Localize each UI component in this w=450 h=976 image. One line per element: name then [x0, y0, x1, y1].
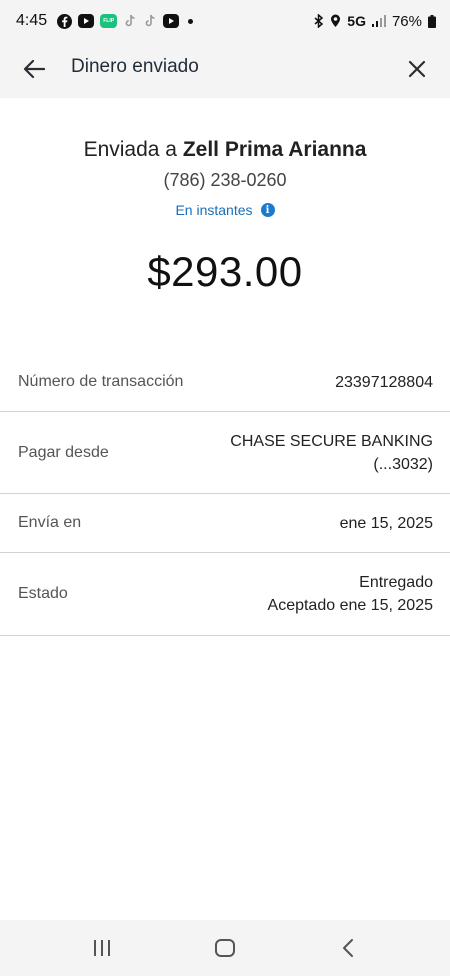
chevron-left-icon [343, 939, 354, 957]
system-back-button[interactable] [328, 928, 368, 968]
battery-percent: 76% [391, 12, 422, 30]
detail-value: 23397128804 [335, 373, 433, 391]
recipient-name: Zell Prima Arianna [182, 138, 367, 161]
home-icon [214, 939, 235, 957]
tiktok-icon [143, 14, 157, 28]
system-nav-bar [0, 920, 450, 976]
status-accepted-date: Aceptado ene 15, 2025 [267, 597, 433, 614]
detail-label: Número de transacción [18, 373, 184, 390]
page-title: Dinero enviado [71, 56, 199, 77]
status-bar-left: 4:45 FLIP [16, 12, 194, 30]
detail-value: CHASE SECURE BANKING (...3032) [230, 430, 433, 476]
battery-icon [428, 14, 436, 28]
delivery-speed: En instantes i [0, 202, 450, 218]
close-icon [408, 60, 426, 78]
detail-value: ene 15, 2025 [339, 514, 433, 532]
tiktok-icon [123, 14, 137, 28]
youtube-icon [163, 14, 180, 28]
recent-apps-button[interactable] [82, 928, 122, 968]
detail-value: Entregado Aceptado ene 15, 2025 [268, 571, 433, 617]
close-button[interactable] [402, 54, 432, 84]
arrow-left-icon [23, 59, 45, 79]
header: Dinero enviado [0, 42, 450, 98]
detail-row-pay-from: Pagar desde CHASE SECURE BANKING (...303… [0, 412, 450, 494]
detail-row-send-date: Envía en ene 15, 2025 [0, 494, 450, 553]
status-bar-right: 5G 76% [314, 13, 436, 30]
delivery-speed-label: En instantes [175, 202, 253, 218]
network-type: 5G [347, 13, 366, 29]
recipient-phone: (786) 238-0260 [163, 170, 287, 190]
detail-label: Estado [18, 585, 68, 602]
status-bar: 4:45 FLIP 5G 76% [0, 0, 450, 42]
detail-label: Pagar desde [18, 443, 109, 461]
notification-dot [188, 18, 194, 24]
app-badge-text: FLIP [103, 18, 115, 24]
recent-apps-icon [93, 940, 110, 956]
info-icon[interactable]: i [260, 203, 275, 217]
detail-label: Envía en [18, 514, 82, 531]
home-button[interactable] [205, 928, 245, 968]
location-icon [330, 14, 341, 28]
sent-to-prefix: Enviada a [83, 138, 183, 161]
payment-amount: $293.00 [147, 248, 303, 295]
signal-icon [371, 15, 386, 27]
account-mask: (...3032) [373, 455, 433, 473]
facebook-icon [57, 13, 73, 29]
back-button[interactable] [20, 55, 48, 83]
account-name: CHASE SECURE BANKING [230, 432, 433, 450]
bluetooth-icon [314, 14, 324, 28]
detail-row-status: Estado Entregado Aceptado ene 15, 2025 [0, 553, 450, 636]
status-value: Entregado [359, 574, 433, 591]
detail-row-transaction-number: Número de transacción 23397128804 [0, 353, 450, 412]
youtube-icon [78, 14, 95, 28]
recipient-line: Enviada a Zell Prima Arianna [0, 138, 450, 162]
fliip-app-icon: FLIP [100, 14, 118, 28]
status-time: 4:45 [16, 12, 48, 29]
